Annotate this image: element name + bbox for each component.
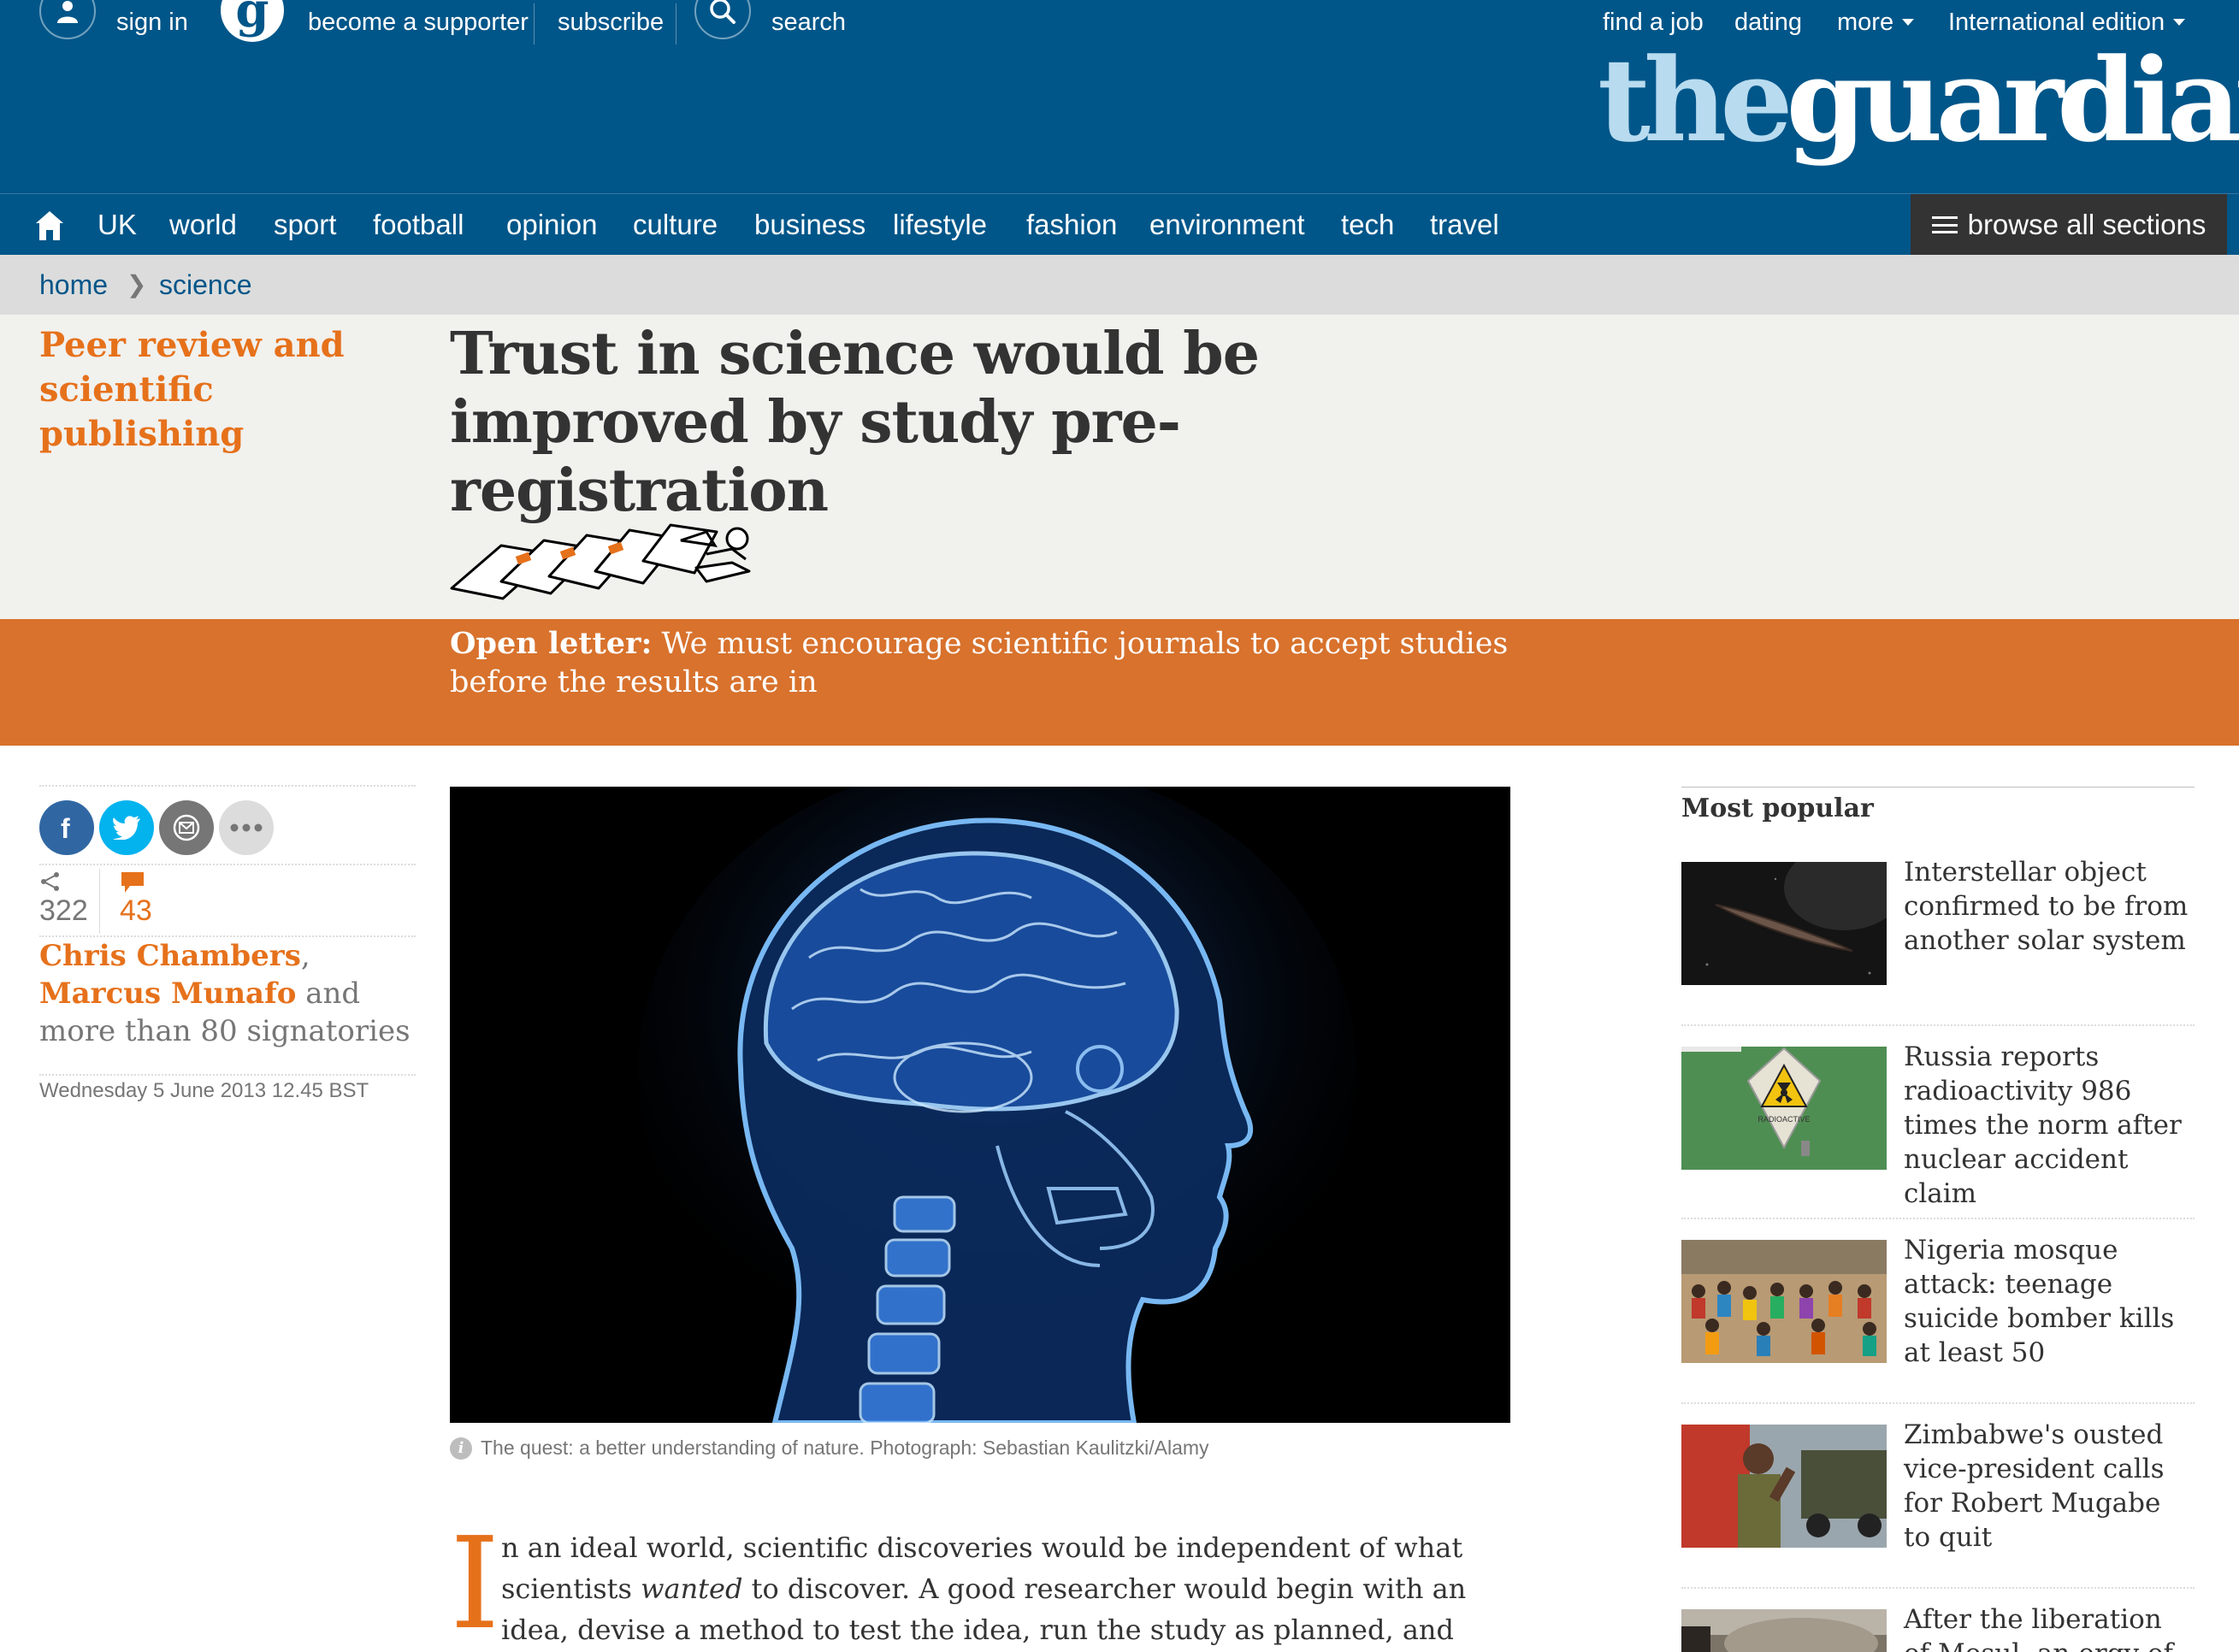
twitter-icon[interactable] <box>99 800 154 855</box>
subscribe-label: subscribe <box>558 8 665 36</box>
home-icon[interactable] <box>34 209 65 246</box>
person-icon <box>39 0 96 39</box>
search-link[interactable]: search <box>694 0 846 44</box>
nav-item-football[interactable]: football <box>373 194 464 256</box>
drop-cap: I <box>450 1510 500 1652</box>
author-link[interactable]: Marcus Munafo <box>39 976 296 1011</box>
divider <box>39 785 416 787</box>
divider <box>1681 1402 2195 1404</box>
standfirst-text: Open letter: We must encourage scientifi… <box>450 624 1510 702</box>
item-title: Zimbabwe's ousted vice-president calls f… <box>1904 1419 2165 1553</box>
search-label: search <box>771 8 847 36</box>
byline: Chris Chambers, Marcus Munafo and more t… <box>39 937 416 1050</box>
guardian-g-icon: g <box>221 0 284 42</box>
share-icon <box>41 872 59 891</box>
body-emphasis: wanted <box>641 1572 743 1605</box>
divider <box>1681 1024 2195 1026</box>
divider <box>1681 1587 2195 1589</box>
page-title: Trust in science would be improved by st… <box>450 320 1260 525</box>
sign-in-link[interactable]: sign in <box>39 0 188 44</box>
share-buttons: f <box>39 800 274 855</box>
chevron-down-icon <box>2173 19 2186 26</box>
divider <box>39 1074 416 1076</box>
count-divider <box>99 869 100 934</box>
chevron-right-icon: ❯ <box>127 271 147 298</box>
chevron-down-icon <box>1902 19 1915 26</box>
publish-date: Wednesday 5 June 2013 12.45 BST <box>39 1079 369 1102</box>
comment-icon[interactable] <box>120 870 145 894</box>
become-supporter-label: become a supporter <box>308 8 529 36</box>
article-header: Peer review and scientific publishing Tr… <box>0 315 2239 619</box>
most-popular-title: Most popular <box>1681 794 1874 823</box>
comment-count[interactable]: 43 <box>120 894 152 928</box>
breadcrumb-home[interactable]: home <box>39 255 108 315</box>
sign-in-label: sign in <box>116 8 188 36</box>
item-title: Interstellar object confirmed to be from… <box>1904 857 2189 956</box>
breadcrumb: home ❯ science <box>0 255 2239 315</box>
logo-the: the <box>1598 32 1793 168</box>
nav-item-opinion[interactable]: opinion <box>506 194 597 256</box>
item-thumbnail: RADIOACTIVE <box>1681 1047 1887 1170</box>
breadcrumb-science[interactable]: science <box>159 255 252 315</box>
caption-text: The quest: a better understanding of nat… <box>481 1437 1209 1459</box>
standfirst: Open letter: We must encourage scientifi… <box>0 619 2239 746</box>
papers-illustration <box>450 523 751 600</box>
main-nav: UK world sport football opinion culture … <box>0 193 2239 256</box>
nav-item-world[interactable]: world <box>169 194 237 256</box>
radioactive-sign-text: RADIOACTIVE <box>1758 1115 1810 1124</box>
more-icon[interactable] <box>219 800 274 855</box>
nav-item-sport[interactable]: sport <box>274 194 336 256</box>
divider <box>1681 1218 2195 1219</box>
main-image <box>450 787 1510 1423</box>
logo-guardian: guardian <box>1786 32 2239 168</box>
hamburger-icon <box>1931 216 1958 233</box>
nav-item-lifestyle[interactable]: lifestyle <box>893 194 987 256</box>
byline-comma: , <box>300 939 310 973</box>
nav-item-environment[interactable]: environment <box>1149 194 1305 256</box>
item-title: Russia reports radioactivity 986 times t… <box>1904 1041 2182 1209</box>
subscribe-link[interactable]: subscribe <box>558 0 664 44</box>
standfirst-label: Open letter: <box>450 626 653 661</box>
author-link[interactable]: Chris Chambers <box>39 939 301 973</box>
search-icon <box>694 0 751 39</box>
item-thumbnail <box>1681 1609 1887 1652</box>
item-title: Nigeria mosque attack: teenage suicide b… <box>1904 1235 2175 1368</box>
header-divider <box>534 3 535 44</box>
nav-item-culture[interactable]: culture <box>633 194 718 256</box>
become-supporter-link[interactable]: g become a supporter <box>221 0 529 44</box>
share-count: 322 <box>39 894 88 927</box>
browse-all-sections-button[interactable]: browse all sections <box>1911 194 2227 256</box>
series-link[interactable]: Peer review and scientific publishing <box>39 323 416 457</box>
divider <box>39 864 416 865</box>
item-title: After the liberation of Mosul, an orgy o… <box>1904 1604 2173 1652</box>
site-header: sign in g become a supporter subscribe s… <box>0 0 2239 193</box>
browse-label: browse all sections <box>1967 209 2207 240</box>
image-caption: i The quest: a better understanding of n… <box>450 1437 1209 1460</box>
facebook-icon[interactable]: f <box>39 800 94 855</box>
item-thumbnail <box>1681 862 1887 985</box>
nav-item-business[interactable]: business <box>754 194 865 256</box>
item-thumbnail <box>1681 1240 1887 1363</box>
article-body: n an ideal world, scientific discoveries… <box>501 1527 1519 1652</box>
nav-item-travel[interactable]: travel <box>1430 194 1499 256</box>
email-icon[interactable] <box>159 800 214 855</box>
svg-text:f: f <box>61 813 70 842</box>
nav-item-uk[interactable]: UK <box>97 194 137 256</box>
most-popular-rule <box>1681 787 2195 788</box>
nav-item-tech[interactable]: tech <box>1341 194 1394 256</box>
info-icon[interactable]: i <box>450 1437 472 1460</box>
guardian-logo[interactable]: theguardian <box>1598 43 2239 157</box>
nav-item-fashion[interactable]: fashion <box>1026 194 1117 256</box>
item-thumbnail <box>1681 1425 1887 1548</box>
